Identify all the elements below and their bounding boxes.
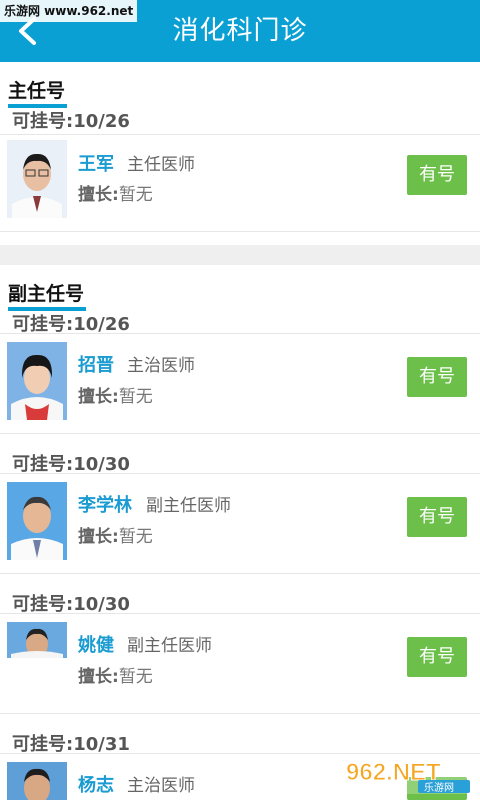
doctor-specialty: 擅长:暂无	[78, 185, 153, 205]
doctor-photo[interactable]	[7, 140, 67, 218]
doctor-title: 主治医师	[127, 356, 195, 376]
doctor-name[interactable]: 王军	[78, 150, 114, 176]
doctor-title: 主治医师	[127, 776, 195, 796]
watermark-text: 乐游网 www.962.net	[0, 0, 138, 22]
divider	[0, 333, 480, 334]
site-logo-icon: 962.NET 乐游网	[340, 756, 474, 794]
doctor-name[interactable]: 杨志	[78, 771, 114, 797]
doctor-specialty: 擅长:暂无	[78, 527, 153, 547]
doctor-specialty: 擅长:暂无	[78, 387, 153, 407]
doctor-specialty: 擅长:暂无	[78, 667, 153, 687]
doctor-name[interactable]: 李学林	[78, 491, 132, 517]
divider	[0, 231, 480, 232]
section-title-deputy-chief: 副主任号	[8, 279, 87, 311]
doctor-title: 副主任医师	[146, 496, 231, 516]
divider	[0, 613, 480, 614]
doctor-photo[interactable]	[7, 762, 67, 800]
book-button[interactable]: 有号	[407, 357, 467, 397]
doctor-title: 副主任医师	[127, 636, 212, 656]
doctor-photo[interactable]	[7, 622, 67, 658]
book-button[interactable]: 有号	[407, 155, 467, 195]
book-button[interactable]: 有号	[407, 497, 467, 537]
doctor-name[interactable]: 姚健	[78, 631, 114, 657]
doctor-title: 主任医师	[127, 155, 195, 175]
book-button[interactable]: 有号	[407, 637, 467, 677]
section-title-chief: 主任号	[8, 76, 68, 108]
availability-label: 可挂号:10/26	[12, 111, 130, 132]
logo-subtext: 乐游网	[424, 781, 454, 794]
doctor-photo[interactable]	[7, 482, 67, 560]
doctor-photo[interactable]	[7, 342, 67, 420]
doctor-name[interactable]: 招晋	[78, 351, 114, 377]
divider	[0, 433, 480, 434]
divider	[0, 753, 480, 754]
divider	[0, 473, 480, 474]
section-gap	[0, 245, 480, 265]
divider	[0, 134, 480, 135]
divider	[0, 573, 480, 574]
divider	[0, 713, 480, 714]
